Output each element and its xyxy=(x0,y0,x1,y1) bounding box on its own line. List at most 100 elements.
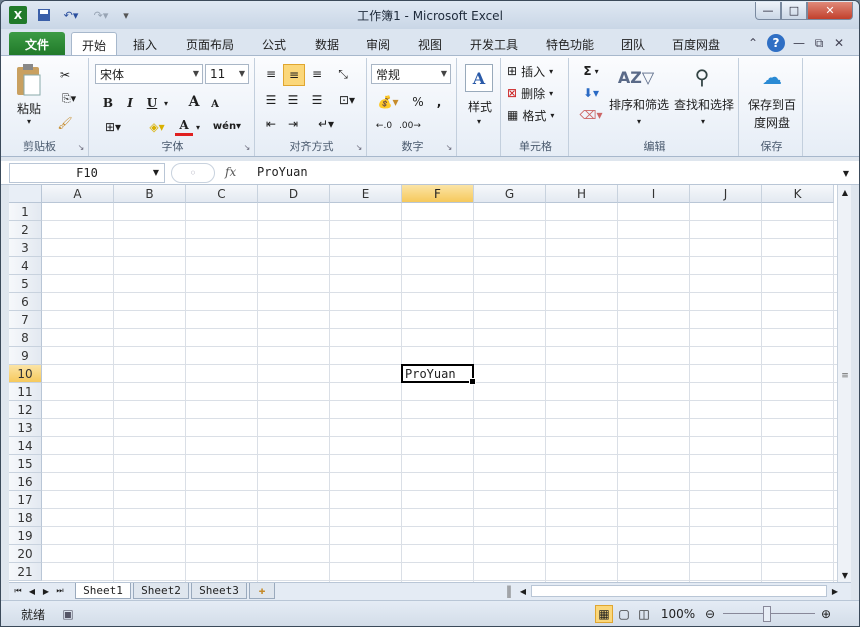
row-header-17[interactable]: 17 xyxy=(9,491,42,509)
align-right-icon[interactable]: ☰ xyxy=(307,90,327,110)
formula-input[interactable]: ProYuan xyxy=(249,163,839,183)
row-header-3[interactable]: 3 xyxy=(9,239,42,257)
scroll-thumb-icon[interactable]: ≡ xyxy=(838,369,852,383)
next-sheet-icon[interactable]: ▶ xyxy=(39,584,53,598)
fill-icon[interactable]: ⬇▾ xyxy=(577,84,605,102)
expand-formula-icon[interactable]: ▼ xyxy=(839,165,853,181)
row-header-15[interactable]: 15 xyxy=(9,455,42,473)
insert-cells-button[interactable]: ⊞ 插入 ▾ xyxy=(507,62,567,80)
page-layout-view-icon[interactable]: ▢ xyxy=(615,605,633,623)
clear-icon[interactable]: ⌫▾ xyxy=(577,106,605,124)
merge-center-icon[interactable]: ⊡▾ xyxy=(333,90,361,110)
column-header-f[interactable]: F xyxy=(402,185,474,203)
currency-icon[interactable]: 💰▾ xyxy=(373,92,403,112)
column-header-c[interactable]: C xyxy=(186,185,258,203)
row-header-6[interactable]: 6 xyxy=(9,293,42,311)
align-left-icon[interactable]: ☰ xyxy=(261,90,281,110)
paste-dropdown-icon[interactable]: ▾ xyxy=(23,116,35,126)
font-name-combo[interactable]: 宋体 ▼ xyxy=(95,64,203,84)
tab-insert[interactable]: 插入 xyxy=(125,32,165,55)
increase-indent-icon[interactable]: ⇥ xyxy=(283,114,303,134)
increase-decimal-icon[interactable]: ←.0 xyxy=(373,116,395,136)
shrink-font-button[interactable]: A xyxy=(207,96,223,112)
insert-function-icon[interactable]: fx xyxy=(225,165,236,179)
underline-button[interactable]: U xyxy=(143,94,161,112)
sheet-tab-1[interactable]: Sheet1 xyxy=(75,583,131,599)
collapse-ribbon-icon[interactable]: ⌃ xyxy=(745,35,761,51)
sort-dropdown-icon[interactable]: ▾ xyxy=(633,116,645,126)
styles-dropdown-icon[interactable]: ▾ xyxy=(473,116,485,126)
page-break-view-icon[interactable]: ◫ xyxy=(635,605,653,623)
tab-data[interactable]: 数据 xyxy=(307,32,347,55)
middle-align-icon[interactable]: ≡ xyxy=(283,64,305,86)
row-header-10[interactable]: 10 xyxy=(9,365,42,383)
align-center-icon[interactable]: ☰ xyxy=(283,90,303,110)
row-header-18[interactable]: 18 xyxy=(9,509,42,527)
name-box-dropdown-icon[interactable]: ▼ xyxy=(151,167,161,177)
decrease-indent-icon[interactable]: ⇤ xyxy=(261,114,281,134)
scroll-down-icon[interactable]: ▼ xyxy=(838,568,852,582)
normal-view-icon[interactable]: ▦ xyxy=(595,605,613,623)
column-header-a[interactable]: A xyxy=(42,185,114,203)
prev-sheet-icon[interactable]: ◀ xyxy=(25,584,39,598)
number-format-combo[interactable]: 常规 ▼ xyxy=(371,64,451,84)
column-header-d[interactable]: D xyxy=(258,185,330,203)
row-header-20[interactable]: 20 xyxy=(9,545,42,563)
border-icon[interactable]: ⊞▾ xyxy=(99,118,127,136)
sort-filter-button[interactable]: 排序和筛选 xyxy=(607,96,671,112)
italic-button[interactable]: I xyxy=(121,94,139,112)
maximize-button[interactable]: □ xyxy=(781,2,807,20)
row-header-13[interactable]: 13 xyxy=(9,419,42,437)
vertical-scrollbar[interactable]: ▲ ≡ ▼ xyxy=(837,185,851,582)
paste-icon[interactable] xyxy=(11,62,47,98)
sheet-tab-2[interactable]: Sheet2 xyxy=(133,583,189,599)
tab-page-layout[interactable]: 页面布局 xyxy=(177,32,243,55)
formula-bar-handle-icon[interactable]: ◦ xyxy=(171,163,215,183)
horizontal-scrollbar[interactable] xyxy=(531,585,827,597)
name-box[interactable]: F10 xyxy=(9,163,165,183)
tab-file[interactable]: 文件 xyxy=(9,32,65,55)
save-to-baidu-button-line2[interactable]: 度网盘 xyxy=(741,114,803,130)
number-launcher-icon[interactable]: ↘ xyxy=(444,142,454,152)
tab-view[interactable]: 视图 xyxy=(411,32,449,55)
tab-baidu-pan[interactable]: 百度网盘 xyxy=(663,32,729,55)
row-header-7[interactable]: 7 xyxy=(9,311,42,329)
first-sheet-icon[interactable]: ⏮ xyxy=(11,584,25,598)
bottom-align-icon[interactable]: ≡ xyxy=(307,64,327,84)
baidu-cloud-icon[interactable]: ☁ xyxy=(757,62,787,92)
column-header-j[interactable]: J xyxy=(690,185,762,203)
help-icon[interactable]: ? xyxy=(767,34,785,52)
find-select-button[interactable]: 查找和选择 xyxy=(671,96,737,112)
row-header-14[interactable]: 14 xyxy=(9,437,42,455)
tab-developer[interactable]: 开发工具 xyxy=(461,32,527,55)
doc-minimize-icon[interactable]: — xyxy=(791,35,807,51)
row-header-11[interactable]: 11 xyxy=(9,383,42,401)
row-header-16[interactable]: 16 xyxy=(9,473,42,491)
macro-record-icon[interactable]: ▣ xyxy=(59,605,77,623)
row-header-12[interactable]: 12 xyxy=(9,401,42,419)
alignment-launcher-icon[interactable]: ↘ xyxy=(354,142,364,152)
column-header-k[interactable]: K xyxy=(762,185,834,203)
column-header-i[interactable]: I xyxy=(618,185,690,203)
column-header-b[interactable]: B xyxy=(114,185,186,203)
column-header-h[interactable]: H xyxy=(546,185,618,203)
column-header-e[interactable]: E xyxy=(330,185,402,203)
row-header-4[interactable]: 4 xyxy=(9,257,42,275)
find-dropdown-icon[interactable]: ▾ xyxy=(697,116,709,126)
wrap-text-icon[interactable]: ↵▾ xyxy=(313,114,339,134)
column-header-g[interactable]: G xyxy=(474,185,546,203)
scroll-up-icon[interactable]: ▲ xyxy=(838,185,852,199)
tab-home[interactable]: 开始 xyxy=(71,32,117,55)
bold-button[interactable]: B xyxy=(99,94,117,112)
last-sheet-icon[interactable]: ⏭ xyxy=(53,584,67,598)
comma-button[interactable]: , xyxy=(431,92,447,112)
row-header-8[interactable]: 8 xyxy=(9,329,42,347)
font-size-combo[interactable]: 11 ▼ xyxy=(205,64,249,84)
phonetic-icon[interactable]: wén▾ xyxy=(213,116,241,136)
sort-filter-icon[interactable]: AZ▽ xyxy=(618,62,654,92)
font-launcher-icon[interactable]: ↘ xyxy=(242,142,252,152)
row-header-19[interactable]: 19 xyxy=(9,527,42,545)
close-button[interactable]: ✕ xyxy=(807,2,853,20)
tab-review[interactable]: 审阅 xyxy=(359,32,397,55)
styles-icon[interactable]: A xyxy=(465,64,493,92)
